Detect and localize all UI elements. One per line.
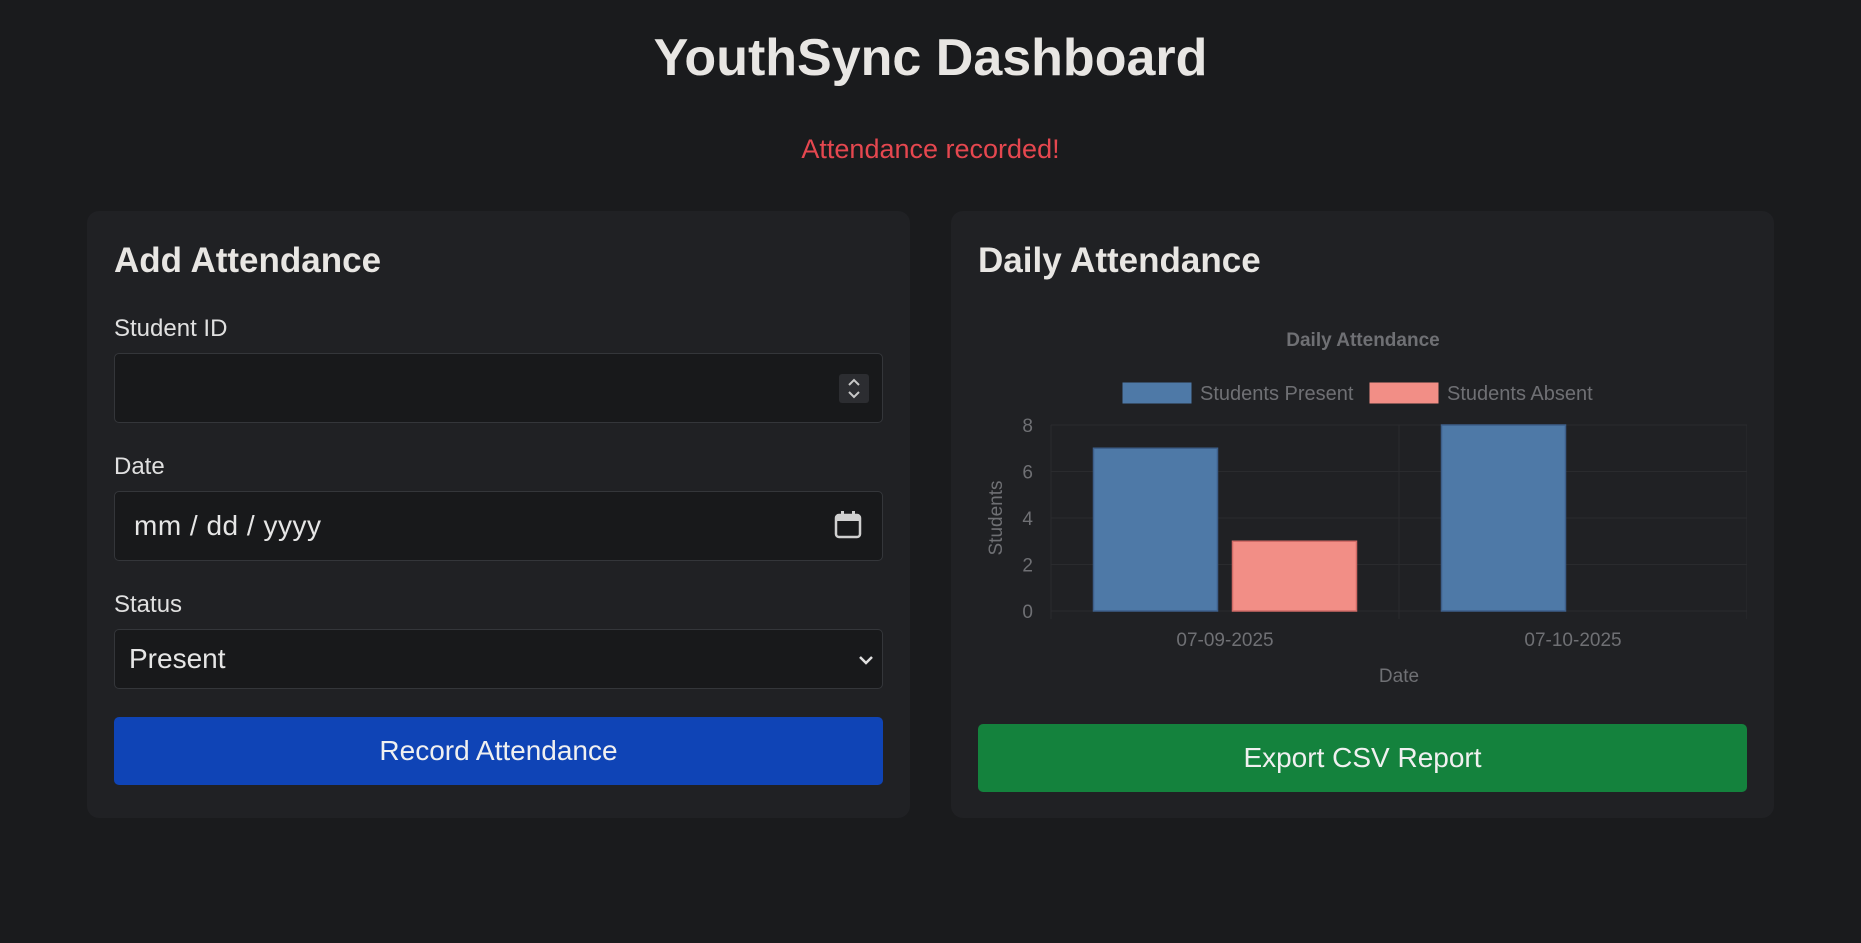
status-selected-value: Present [129, 643, 226, 674]
status-label: Status [114, 591, 183, 618]
number-spinner-icon[interactable] [839, 374, 869, 403]
chevron-down-icon [857, 651, 875, 674]
bar-present-07-10-2025 [1440, 424, 1567, 612]
export-csv-button[interactable]: Export CSV Report [978, 724, 1747, 792]
x-axis-label: Date [1379, 666, 1419, 687]
student-id-label: Student ID [114, 315, 228, 342]
calendar-icon[interactable] [834, 511, 862, 544]
flash-message: Attendance recorded! [801, 134, 1060, 164]
record-attendance-button[interactable]: Record Attendance [114, 717, 883, 785]
legend-label-absent: Students Absent [1447, 383, 1593, 405]
y-tick-label: 0 [1022, 602, 1033, 623]
x-tick-label: 07-09-2025 [1176, 630, 1273, 651]
add-attendance-title: Add Attendance [114, 241, 382, 280]
page-title: YouthSync Dashboard [653, 29, 1208, 87]
date-placeholder: mm / dd / yyyy [134, 510, 322, 541]
y-tick-label: 6 [1022, 463, 1033, 484]
bar-absent-07-09-2025 [1231, 540, 1358, 612]
add-attendance-card: Add Attendance Student ID Date mm / dd /… [87, 211, 910, 818]
date-label: Date [114, 453, 165, 480]
legend-swatch-absent [1369, 382, 1439, 404]
x-tick-label: 07-10-2025 [1524, 630, 1621, 651]
y-tick-label: 2 [1022, 556, 1033, 577]
y-axis-label: Students [986, 481, 1007, 556]
daily-attendance-card: Daily Attendance Daily Attendance Student… [951, 211, 1774, 818]
y-tick-label: 4 [1022, 509, 1033, 530]
chart-svg: Daily Attendance Students Present Students… [986, 330, 1748, 687]
date-input[interactable]: mm / dd / yyyy [114, 491, 883, 561]
daily-attendance-title: Daily Attendance [978, 241, 1261, 280]
chart-title: Daily Attendance [1286, 330, 1439, 351]
y-tick-label: 8 [1022, 416, 1033, 437]
status-select[interactable]: Present [114, 629, 883, 689]
bar-present-07-09-2025 [1092, 447, 1219, 612]
attendance-chart: Daily Attendance Students Present Students… [978, 311, 1748, 711]
legend-swatch-present [1122, 382, 1192, 404]
legend-label-present: Students Present [1200, 383, 1354, 405]
student-id-input[interactable] [114, 353, 883, 423]
